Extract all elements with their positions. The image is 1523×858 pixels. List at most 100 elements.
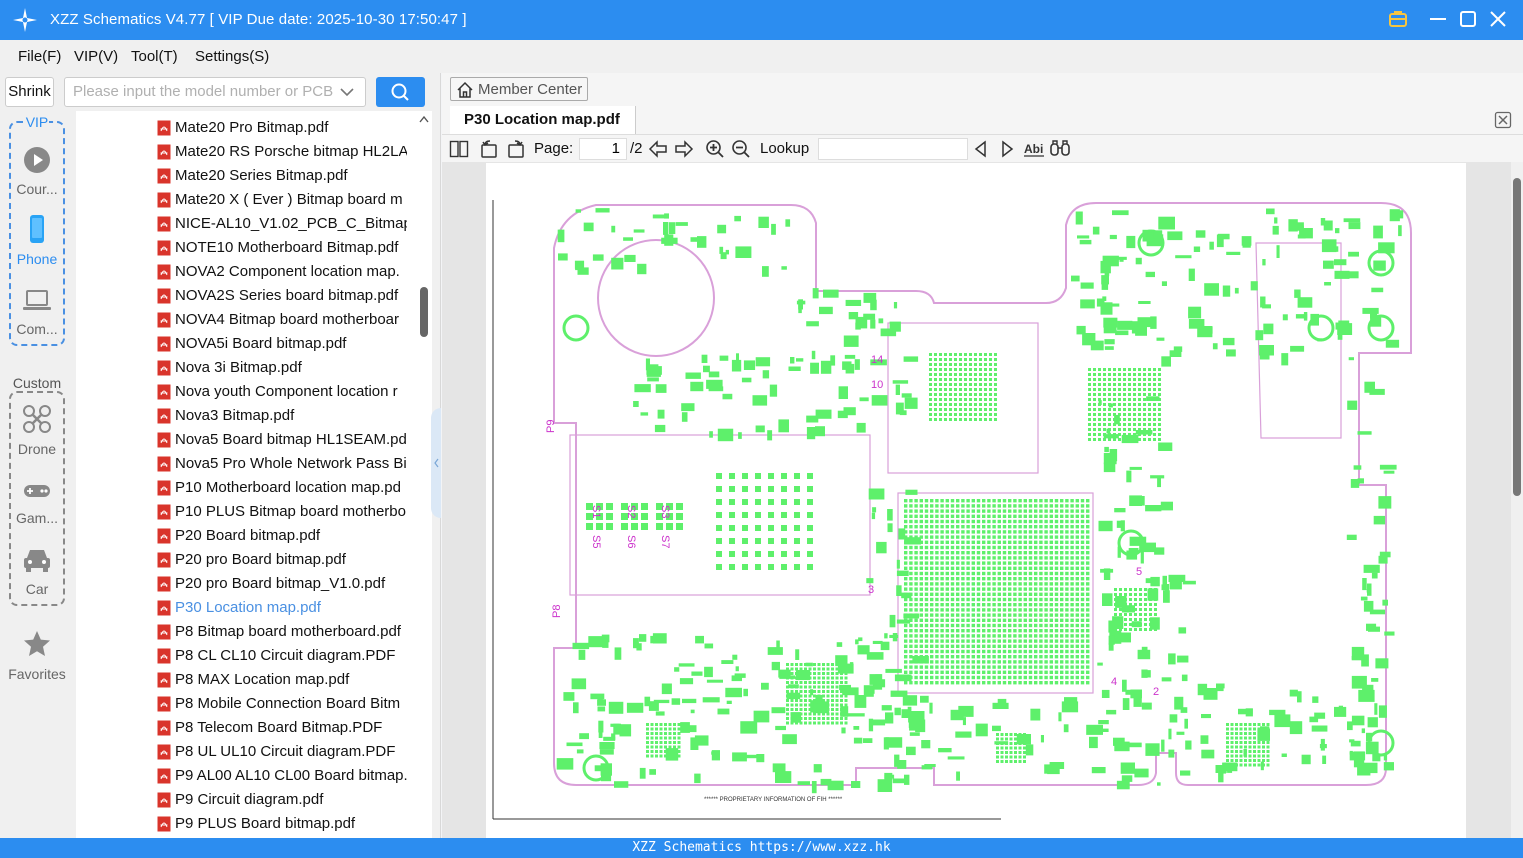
file-list-item[interactable]: P20 pro Board bitmap.pdf	[76, 548, 416, 572]
pdf-file-icon	[157, 480, 171, 496]
menu-file[interactable]: File(F)	[18, 48, 61, 65]
sidebar-item-drone[interactable]: Drone	[0, 404, 74, 457]
file-list-item[interactable]: P9 PLUS Board bitmap.pdf	[76, 812, 416, 836]
file-name: Mate20 Pro Bitmap.pdf	[175, 119, 329, 136]
star-icon	[24, 631, 50, 656]
member-center-button[interactable]: Member Center	[450, 77, 588, 101]
pdf-file-icon	[157, 336, 171, 352]
pcb-label-2: 2	[1153, 686, 1159, 698]
menu-bar: File(F) VIP(V) Tool(T) Settings(S)	[0, 40, 1523, 73]
pcb-label-3: 3	[868, 584, 874, 596]
rotate-left-icon[interactable]	[479, 139, 499, 159]
zoom-out-icon[interactable]	[731, 139, 751, 159]
sidebar-item-games[interactable]: Gam...	[0, 479, 74, 526]
pdf-file-icon	[157, 264, 171, 280]
chevron-down-icon[interactable]	[339, 82, 355, 102]
pdf-file-icon	[157, 648, 171, 664]
briefcase-icon[interactable]	[1387, 8, 1409, 30]
sidebar-item-courses[interactable]: Cour...	[0, 146, 74, 197]
file-list-item[interactable]: Mate20 X ( Ever ) Bitmap board m	[76, 188, 416, 212]
file-list-item[interactable]: Nova 3i Bitmap.pdf	[76, 356, 416, 380]
file-list-item[interactable]: NICE-AL10_V1.02_PCB_C_Bitmap(1	[76, 212, 416, 236]
menu-vip[interactable]: VIP(V)	[74, 48, 118, 65]
sidebar-item-computer[interactable]: Com...	[0, 288, 74, 337]
search-icon	[391, 83, 409, 101]
pdf-file-icon	[157, 240, 171, 256]
pdf-page: P9 P8 S1 S2 S3 S5 S6 S7 14 10 5 4 3 2 **…	[486, 163, 1466, 838]
minimize-icon[interactable]	[1427, 8, 1449, 30]
file-name: Mate20 X ( Ever ) Bitmap board m	[175, 191, 403, 208]
pdf-file-icon	[157, 744, 171, 760]
page-number-input[interactable]: 1	[579, 138, 627, 160]
close-icon[interactable]	[1487, 8, 1509, 30]
file-list-item[interactable]: Nova5 Board bitmap HL1SEAM.pd	[76, 428, 416, 452]
file-name: P8 CL CL10 Circuit diagram.PDF	[175, 647, 396, 664]
search-placeholder: Please input the model number or PCB	[73, 83, 334, 100]
menu-tool[interactable]: Tool(T)	[131, 48, 178, 65]
pdf-file-icon	[157, 600, 171, 616]
file-list-item[interactable]: P8 CL CL10 Circuit diagram.PDF	[76, 644, 416, 668]
pdf-viewer[interactable]: P9 P8 S1 S2 S3 S5 S6 S7 14 10 5 4 3 2 **…	[442, 162, 1511, 838]
file-list-item[interactable]: P10 Motherboard location map.pd	[76, 476, 416, 500]
panel-collapse-handle[interactable]	[431, 408, 441, 518]
file-name: Nova3 Bitmap.pdf	[175, 407, 295, 424]
file-list-item[interactable]: P30 Location map.pdf	[76, 596, 416, 620]
window-title: XZZ Schematics V4.77 [ VIP Due date: 202…	[50, 11, 467, 28]
file-list-item[interactable]: Nova3 Bitmap.pdf	[76, 404, 416, 428]
file-list-item[interactable]: Mate20 Pro Bitmap.pdf	[76, 116, 416, 140]
file-list-item[interactable]: P8 Telecom Board Bitmap.PDF	[76, 716, 416, 740]
file-list-item[interactable]: P8 UL UL10 Circuit diagram.PDF	[76, 740, 416, 764]
find-next-icon[interactable]	[999, 139, 1015, 159]
pcb-location-map: P9 P8 S1 S2 S3 S5 S6 S7 14 10 5 4 3 2 **…	[492, 200, 1412, 820]
viewer-toolbar: Page: 1 /2 Lookup Abi	[442, 134, 1523, 162]
file-list-item[interactable]: P8 Bitmap board motherboard.pdf	[76, 620, 416, 644]
viewer-scroll-thumb[interactable]	[1513, 178, 1521, 496]
close-tab-icon[interactable]	[1494, 111, 1512, 129]
binoculars-icon[interactable]	[1049, 139, 1071, 159]
file-list-item[interactable]: P9 Circuit diagram.pdf	[76, 788, 416, 812]
file-list-item[interactable]: P9 AL00 AL10 CL00 Board bitmap.	[76, 764, 416, 788]
file-list-scroll-thumb[interactable]	[420, 287, 428, 337]
maximize-icon[interactable]	[1457, 8, 1479, 30]
tab-p30-location-map[interactable]: P30 Location map.pdf	[450, 106, 636, 134]
file-list-item[interactable]: Mate20 Series Bitmap.pdf	[76, 164, 416, 188]
phone-icon	[30, 215, 44, 243]
file-list-scrollbar[interactable]	[416, 111, 432, 838]
sidebar-item-favorites[interactable]: Favorites	[0, 629, 74, 682]
pcb-label-5: 5	[1136, 566, 1142, 578]
file-list-item[interactable]: NOVA2S Series board bitmap.pdf	[76, 284, 416, 308]
arrow-right-icon[interactable]	[674, 139, 694, 159]
sidebar-item-car[interactable]: Car	[0, 546, 74, 597]
file-list-item[interactable]: NOVA4 Bitmap board motherboar	[76, 308, 416, 332]
file-list-item[interactable]: P8 MAX Location map.pdf	[76, 668, 416, 692]
file-list-item[interactable]: P8 Mobile Connection Board Bitm	[76, 692, 416, 716]
find-previous-icon[interactable]	[973, 139, 989, 159]
file-list-item[interactable]: P10 PLUS Bitmap board motherbo	[76, 500, 416, 524]
pdf-file-icon	[157, 504, 171, 520]
file-list-item[interactable]: NOTE10 Motherboard Bitmap.pdf	[76, 236, 416, 260]
lookup-input[interactable]	[818, 138, 968, 160]
search-input[interactable]: Please input the model number or PCB	[64, 77, 366, 107]
file-list-item[interactable]: NOVA2 Component location map.	[76, 260, 416, 284]
viewer-scrollbar[interactable]	[1511, 162, 1523, 838]
scroll-up-icon[interactable]	[419, 115, 429, 123]
arrow-left-icon[interactable]	[648, 139, 668, 159]
sidebar-item-phone[interactable]: Phone	[0, 214, 74, 267]
file-list-item[interactable]: P20 pro Board bitmap_V1.0.pdf	[76, 572, 416, 596]
menu-settings[interactable]: Settings(S)	[195, 48, 269, 65]
match-case-icon[interactable]: Abi	[1023, 139, 1045, 159]
pdf-file-icon	[157, 144, 171, 160]
file-list-item[interactable]: Mate20 RS Porsche bitmap HL2LA	[76, 140, 416, 164]
file-list-item[interactable]: P20 Board bitmap.pdf	[76, 524, 416, 548]
shrink-button[interactable]: Shrink	[5, 77, 54, 107]
file-list-item[interactable]: NOVA5i Board bitmap.pdf	[76, 332, 416, 356]
pcb-label-s7: S7	[659, 535, 671, 548]
rotate-right-icon[interactable]	[506, 139, 526, 159]
file-list-item[interactable]: Nova5 Pro Whole Network Pass Bi	[76, 452, 416, 476]
file-list-item[interactable]: Nova youth Component location r	[76, 380, 416, 404]
home-icon	[457, 81, 473, 98]
pcb-label-s2: S2	[625, 505, 637, 518]
dual-page-icon[interactable]	[449, 139, 469, 159]
search-button[interactable]	[376, 77, 425, 107]
zoom-in-icon[interactable]	[705, 139, 725, 159]
